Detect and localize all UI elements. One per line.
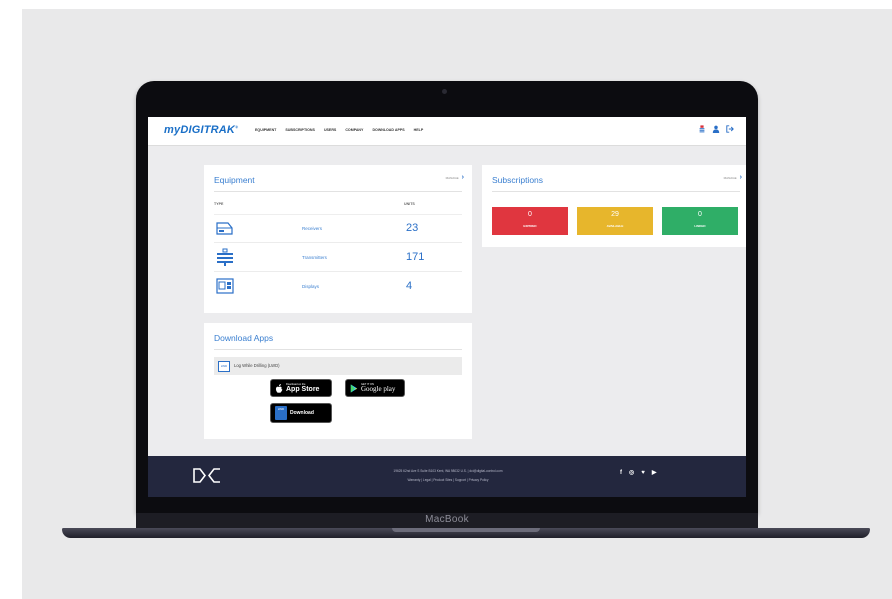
equipment-label: Displays — [302, 284, 320, 289]
logo-main: DIGITRAK — [180, 124, 236, 136]
subscriptions-card: Subscriptions MANAGE › 0 EXPIRED 29 AVAI… — [482, 165, 746, 247]
subscriptions-manage-link[interactable]: MANAGE › — [723, 174, 742, 181]
linked-count: 0 — [698, 211, 702, 218]
google-play-button[interactable]: GET IT ON Google play — [345, 379, 405, 397]
laptop-lid: myDIGITRAK® EQUIPMENT SUBSCRIPTIONS USER… — [136, 81, 758, 513]
nav-help[interactable]: HELP — [414, 128, 424, 132]
equipment-count: 171 — [406, 251, 425, 263]
download-apps-title: Download Apps — [214, 333, 274, 343]
lwd-download-label: Download — [290, 410, 314, 416]
app-store-big: App Store — [286, 386, 320, 393]
equipment-manage-link[interactable]: MANAGE › — [445, 174, 464, 181]
nav-subscriptions[interactable]: SUBSCRIPTIONS — [285, 128, 315, 132]
logo-mark: ® — [235, 124, 239, 130]
header-type: TYPE — [214, 202, 224, 206]
app-name: Log While Drilling (LWD) — [234, 363, 280, 368]
lwd-app-icon: LWD — [218, 361, 230, 372]
google-play-big: Google play — [361, 385, 396, 393]
transmitter-alert-icon[interactable] — [698, 125, 706, 133]
table-row[interactable]: Transmitters 171 — [214, 245, 462, 272]
transmitter-icon — [217, 248, 233, 266]
footer-address: 19625 62nd Ave S Suite B103 Kent, WA 980… — [393, 469, 503, 473]
header-units: UNITS — [404, 202, 415, 206]
site-footer: 19625 62nd Ave S Suite B103 Kent, WA 980… — [148, 456, 746, 497]
camera — [442, 89, 447, 94]
display-icon — [216, 278, 234, 294]
lwd-download-button[interactable]: LWD Download — [270, 403, 332, 423]
chevron-right-icon: › — [739, 174, 742, 181]
google-play-icon — [350, 384, 358, 392]
laptop-screen: myDIGITRAK® EQUIPMENT SUBSCRIPTIONS USER… — [148, 117, 746, 497]
expired-label: EXPIRED — [523, 224, 537, 228]
available-count: 29 — [611, 211, 619, 218]
table-row[interactable]: Receivers 23 — [214, 216, 462, 243]
equipment-manage-label: MANAGE — [445, 176, 459, 180]
equipment-count: 23 — [406, 222, 419, 234]
device-label: MacBook — [425, 514, 469, 525]
receiver-icon — [216, 222, 233, 235]
linked-box[interactable]: 0 LINKED — [662, 207, 738, 235]
instagram-icon[interactable]: ◎ — [629, 470, 634, 477]
social-links: f ◎ ♥ ▶ — [620, 470, 656, 477]
main-menu: EQUIPMENT SUBSCRIPTIONS USERS COMPANY DO… — [255, 128, 423, 132]
laptop-notch — [392, 528, 540, 532]
dci-logo[interactable] — [192, 467, 222, 484]
nav-download-apps[interactable]: DOWNLOAD APPS — [372, 128, 404, 132]
expired-box[interactable]: 0 EXPIRED — [492, 207, 568, 235]
app-store-button[interactable]: Download on the App Store — [270, 379, 332, 397]
nav-icons — [698, 125, 734, 133]
equipment-card: Equipment MANAGE › TYPE UNITS Receivers … — [204, 165, 472, 313]
logo-prefix: my — [164, 124, 181, 136]
google-play-text: GET IT ON Google play — [361, 383, 395, 393]
expired-count: 0 — [528, 211, 532, 218]
available-label: AVAILABLE — [606, 224, 624, 228]
laptop-base — [62, 528, 870, 538]
app-row[interactable]: LWD Log While Drilling (LWD) — [214, 357, 462, 375]
lwd-badge-icon: LWD — [275, 406, 287, 420]
lwd-badge-text: LWD — [277, 407, 285, 411]
divider — [214, 349, 462, 350]
subscriptions-manage-label: MANAGE — [723, 176, 737, 180]
equipment-count: 4 — [406, 280, 413, 292]
brand-logo[interactable]: myDIGITRAK® — [164, 124, 238, 136]
divider — [214, 191, 462, 192]
youtube-icon[interactable]: ▶ — [652, 470, 657, 477]
linked-label: LINKED — [694, 224, 706, 228]
subscriptions-title: Subscriptions — [492, 175, 544, 185]
apple-icon — [275, 383, 283, 393]
nav-company[interactable]: COMPANY — [345, 128, 363, 132]
equipment-label: Transmitters — [302, 255, 327, 260]
facebook-icon[interactable]: f — [620, 470, 622, 477]
equipment-label: Receivers — [302, 226, 323, 231]
logout-icon[interactable] — [726, 125, 734, 133]
nav-users[interactable]: USERS — [324, 128, 336, 132]
available-box[interactable]: 29 AVAILABLE — [577, 207, 653, 235]
divider — [492, 191, 740, 192]
top-nav: myDIGITRAK® EQUIPMENT SUBSCRIPTIONS USER… — [148, 117, 746, 146]
twitter-icon[interactable]: ♥ — [641, 470, 645, 477]
table-row[interactable]: Displays 4 — [214, 274, 462, 300]
footer-links[interactable]: Warranty | Legal | Product Sites | Suppo… — [348, 478, 548, 482]
chevron-right-icon: › — [461, 174, 464, 181]
nav-equipment[interactable]: EQUIPMENT — [255, 128, 276, 132]
app-store-text: Download on the App Store — [286, 383, 319, 393]
divider — [214, 214, 462, 215]
user-icon[interactable] — [712, 125, 720, 133]
download-apps-card: Download Apps LWD Log While Drilling (LW… — [204, 323, 472, 439]
equipment-title: Equipment — [214, 175, 255, 185]
